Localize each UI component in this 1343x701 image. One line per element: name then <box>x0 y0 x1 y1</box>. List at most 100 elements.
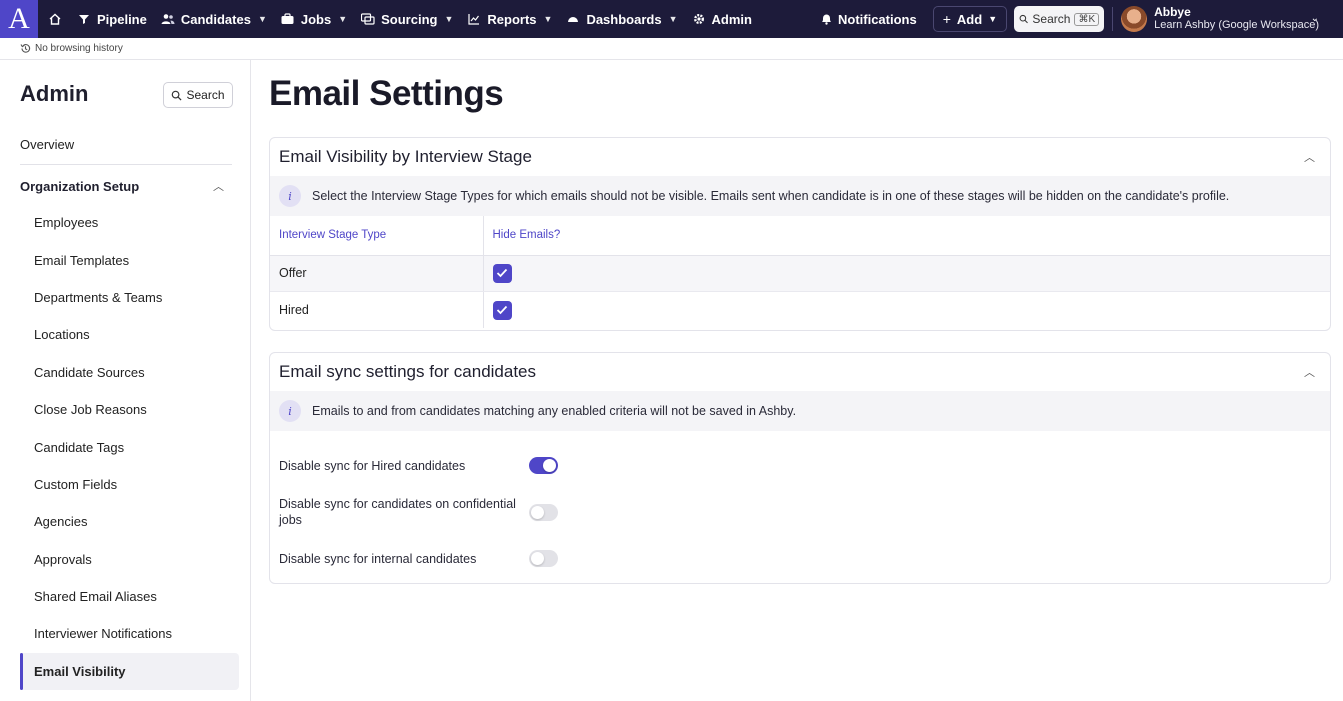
chevron-up-icon[interactable]: ︿ <box>1304 364 1315 380</box>
sidebar-group-organization-setup[interactable]: Organization Setup ︿ <box>20 178 224 194</box>
email-visibility-title: Email Visibility by Interview Stage <box>279 147 532 166</box>
email-visibility-header[interactable]: Email Visibility by Interview Stage ︿ <box>270 138 1330 176</box>
ashby-logo[interactable]: A <box>0 0 38 38</box>
chevron-down-icon: ▼ <box>444 14 454 24</box>
sidebar-item-agencies[interactable]: Agencies <box>20 503 239 540</box>
sidebar-title: Admin <box>20 81 89 106</box>
chevron-down-icon: ▼ <box>257 14 267 24</box>
chart-icon <box>467 12 481 26</box>
chevron-down-icon: ⌄ <box>1310 13 1319 24</box>
chevron-down-icon: ▼ <box>668 14 678 24</box>
sidebar-item-interviewer-notifications[interactable]: Interviewer Notifications <box>20 615 239 652</box>
user-org: Learn Ashby (Google Workspace) <box>1154 19 1319 31</box>
avatar[interactable] <box>1121 6 1148 32</box>
toggle-knob <box>543 459 556 472</box>
chevron-down-icon: ▼ <box>543 14 553 24</box>
sidebar-item-email-visibility[interactable]: Email Visibility <box>20 652 239 691</box>
logo-text: A <box>8 2 30 35</box>
page-title: Email Settings <box>269 74 504 113</box>
nav-dashboards[interactable]: Dashboards ▼ <box>559 0 684 38</box>
nav-admin-label: Admin <box>711 11 752 27</box>
hide-emails-checkbox-hired[interactable] <box>492 300 512 320</box>
funnel-icon <box>77 12 91 26</box>
sidebar-item-candidate-tags[interactable]: Candidate Tags <box>20 428 239 465</box>
email-sync-info: i Emails to and from candidates matching… <box>270 391 1330 431</box>
toggle-knob <box>531 505 544 519</box>
sidebar-search-button[interactable]: Search <box>163 82 233 108</box>
global-search-button[interactable]: Search ⌘K <box>1014 6 1105 32</box>
sidebar-item-locations[interactable]: Locations <box>20 316 239 353</box>
home-icon <box>49 13 61 25</box>
history-icon <box>20 44 31 53</box>
table-header-row: Interview Stage Type Hide Emails? <box>270 216 1330 256</box>
home-button[interactable] <box>40 0 70 38</box>
toggle-row-hired: Disable sync for Hired candidates <box>279 457 558 474</box>
search-icon <box>1019 14 1028 24</box>
email-visibility-info: i Select the Interview Stage Types for w… <box>270 176 1330 216</box>
sidebar-group-label: Organization Setup <box>20 178 140 194</box>
sidebar-item-employees[interactable]: Employees <box>20 204 239 241</box>
nav-sourcing[interactable]: Sourcing ▼ <box>354 0 460 38</box>
info-icon: i <box>279 185 301 207</box>
nav-admin[interactable]: Admin <box>685 0 759 38</box>
nav-pipeline[interactable]: Pipeline <box>70 0 154 38</box>
sidebar-item-candidate-sources[interactable]: Candidate Sources <box>20 354 239 391</box>
search-label: Search <box>1032 12 1071 26</box>
hide-emails-checkbox-offer[interactable] <box>492 263 512 283</box>
column-header-hide-emails: Hide Emails? <box>483 216 1330 256</box>
email-sync-title: Email sync settings for candidates <box>279 362 537 381</box>
people-icon <box>161 12 175 26</box>
toggle-label-confidential: Disable sync for candidates on confident… <box>279 497 516 527</box>
nav-candidates-label: Candidates <box>180 11 251 27</box>
table-row: Offer <box>270 255 1330 292</box>
browsing-history-bar: No browsing history <box>0 38 1343 60</box>
nav-divider <box>1112 7 1114 31</box>
toggle-row-internal: Disable sync for internal candidates <box>279 550 558 567</box>
sidebar-item-approvals[interactable]: Approvals <box>20 541 239 578</box>
email-sync-header[interactable]: Email sync settings for candidates ︿ <box>270 353 1330 391</box>
disable-sync-confidential-toggle[interactable] <box>529 503 558 521</box>
notifications-button[interactable]: Notifications <box>813 12 933 27</box>
disable-sync-internal-toggle[interactable] <box>529 550 558 567</box>
nav-reports-label: Reports <box>487 11 537 27</box>
nav-dashboards-label: Dashboards <box>586 11 662 27</box>
sidebar-divider <box>20 164 232 165</box>
nav-candidates[interactable]: Candidates ▼ <box>154 0 274 38</box>
plus-icon: + <box>942 11 951 27</box>
checkmark-icon <box>496 269 508 278</box>
admin-sidebar: Admin Search Overview Organization Setup… <box>0 60 251 701</box>
nav-jobs-label: Jobs <box>300 11 332 27</box>
add-button[interactable]: + Add ▼ <box>932 6 1008 32</box>
chevron-up-icon[interactable]: ︿ <box>1304 149 1315 165</box>
email-visibility-card: Email Visibility by Interview Stage ︿ i … <box>269 137 1331 331</box>
bell-icon <box>821 14 831 25</box>
column-header-stage-type: Interview Stage Type <box>270 216 484 256</box>
stage-visibility-table: Interview Stage Type Hide Emails? Offer … <box>270 216 1330 328</box>
shortcut-badge: ⌘K <box>1074 12 1100 26</box>
nav-jobs[interactable]: Jobs ▼ <box>274 0 354 38</box>
hide-emails-cell <box>483 292 1330 329</box>
nav-pipeline-label: Pipeline <box>97 11 147 27</box>
toggle-row-confidential: Disable sync for candidates on confident… <box>279 496 558 528</box>
sidebar-item-departments-teams[interactable]: Departments & Teams <box>20 279 239 316</box>
info-icon: i <box>279 400 301 422</box>
nav-sourcing-label: Sourcing <box>381 11 438 27</box>
stage-name-hired: Hired <box>270 291 484 328</box>
toggle-label-internal: Disable sync for internal candidates <box>279 551 477 566</box>
sidebar-item-close-job-reasons[interactable]: Close Job Reasons <box>20 391 239 428</box>
sidebar-item-overview[interactable]: Overview <box>20 137 74 152</box>
sidebar-item-email-templates[interactable]: Email Templates <box>20 241 239 278</box>
disable-sync-hired-toggle[interactable] <box>529 457 558 474</box>
sidebar-items: Employees Email Templates Departments & … <box>20 204 239 691</box>
sidebar-item-custom-fields[interactable]: Custom Fields <box>20 466 239 503</box>
user-menu[interactable]: Abbye Learn Ashby (Google Workspace) ⌄ <box>1154 6 1343 32</box>
toggle-knob <box>531 552 544 565</box>
chevron-up-icon: ︿ <box>213 181 224 193</box>
nav-reports[interactable]: Reports ▼ <box>460 0 559 38</box>
sidebar-item-shared-email-aliases[interactable]: Shared Email Aliases <box>20 578 239 615</box>
toggle-label-hired: Disable sync for Hired candidates <box>279 458 466 473</box>
checkmark-icon <box>496 305 508 315</box>
chevron-down-icon: ▼ <box>988 14 998 24</box>
table-row: Hired <box>270 291 1330 329</box>
top-nav: A Pipeline Candidates ▼ Jobs ▼ Sourcing … <box>0 0 1343 38</box>
